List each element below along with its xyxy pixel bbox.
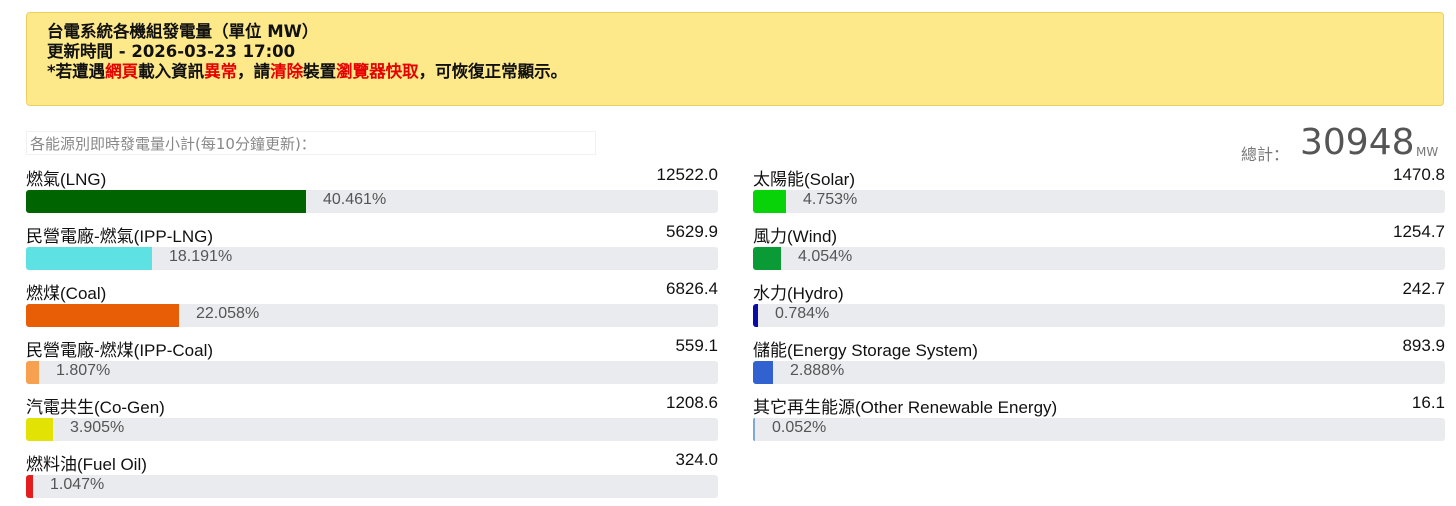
progress-track: 22.058%: [26, 304, 718, 327]
energy-source-header: 燃料油(Fuel Oil) 324.0: [26, 449, 718, 475]
energy-source-header: 風力(Wind) 1254.7: [753, 221, 1445, 247]
energy-source-value: 324.0: [675, 450, 718, 469]
notice-updated-time: 更新時間 - 2026-03-23 17:00: [47, 42, 296, 61]
progress-fill: [26, 418, 53, 441]
energy-source-item: 其它再生能源(Other Renewable Energy) 16.1 0.052%: [753, 392, 1445, 449]
percent-label: 3.905%: [70, 419, 125, 436]
progress-track: 40.461%: [26, 190, 718, 213]
progress-fill: [26, 190, 306, 213]
section-subtitle: 各能源別即時發電量小計(每10分鐘更新)：: [30, 135, 316, 153]
energy-source-item: 燃料油(Fuel Oil) 324.0 1.047%: [26, 449, 718, 506]
energy-source-name: 燃料油(Fuel Oil): [26, 455, 147, 474]
hint-part-highlight: 清除: [270, 62, 304, 81]
total-label: 總計：: [1241, 145, 1290, 164]
progress-track: 1.047%: [26, 475, 718, 498]
energy-source-value: 12522.0: [656, 165, 718, 184]
percent-label: 4.054%: [798, 248, 853, 265]
energy-source-header: 民營電廠-燃氣(IPP-LNG) 5629.9: [26, 221, 718, 247]
hint-part-highlight: 瀏覽器快取: [336, 62, 419, 81]
energy-source-name: 民營電廠-燃氣(IPP-LNG): [26, 227, 213, 246]
energy-source-header: 燃煤(Coal) 6826.4: [26, 278, 718, 304]
energy-source-header: 燃氣(LNG) 12522.0: [26, 164, 718, 190]
hint-part: ，可恢復正常顯示。: [418, 62, 568, 81]
energy-source-name: 民營電廠-燃煤(IPP-Coal): [26, 341, 214, 360]
energy-source-value: 1254.7: [1393, 222, 1445, 241]
energy-source-name: 燃氣(LNG): [26, 170, 107, 189]
energy-source-name: 風力(Wind): [753, 227, 838, 246]
energy-source-item: 民營電廠-燃煤(IPP-Coal) 559.1 1.807%: [26, 335, 718, 392]
energy-source-header: 汽電共生(Co-Gen) 1208.6: [26, 392, 718, 418]
percent-label: 40.461%: [323, 191, 387, 208]
hint-part: 載入資訊: [138, 62, 205, 81]
energy-source-name: 水力(Hydro): [753, 284, 844, 303]
hint-part: 裝置: [303, 62, 337, 81]
percent-label: 1.807%: [56, 362, 111, 379]
energy-source-item: 汽電共生(Co-Gen) 1208.6 3.905%: [26, 392, 718, 449]
energy-source-value: 16.1: [1411, 393, 1445, 412]
progress-fill: [26, 475, 33, 498]
energy-source-name: 燃煤(Coal): [26, 284, 107, 303]
energy-source-item: 太陽能(Solar) 1470.8 4.753%: [753, 164, 1445, 221]
progress-fill: [753, 304, 758, 327]
progress-track: 0.784%: [753, 304, 1445, 327]
energy-source-value: 559.1: [675, 336, 718, 355]
progress-fill: [753, 361, 773, 384]
progress-track: 1.807%: [26, 361, 718, 384]
percent-label: 2.888%: [790, 362, 845, 379]
progress-fill: [26, 304, 179, 327]
hint-part: *若遭遇: [47, 62, 106, 81]
energy-source-value: 893.9: [1402, 336, 1445, 355]
energy-source-name: 儲能(Energy Storage System): [753, 341, 978, 360]
percent-label: 22.058%: [196, 305, 260, 322]
hint-part-highlight: 網頁: [105, 62, 139, 81]
energy-source-item: 燃煤(Coal) 6826.4 22.058%: [26, 278, 718, 335]
energy-source-value: 5629.9: [666, 222, 718, 241]
energy-source-name: 汽電共生(Co-Gen): [26, 398, 165, 417]
progress-track: 0.052%: [753, 418, 1445, 441]
progress-fill: [753, 247, 781, 270]
update-notice-banner: 台電系統各機組發電量（單位 MW） 更新時間 - 2026-03-23 17:0…: [26, 12, 1444, 106]
hint-part-highlight: 異常: [204, 62, 238, 81]
total-unit: MW: [1416, 145, 1439, 159]
progress-fill: [753, 418, 755, 441]
energy-source-name: 其它再生能源(Other Renewable Energy): [753, 398, 1058, 417]
percent-label: 0.784%: [775, 305, 830, 322]
progress-fill: [26, 361, 39, 384]
energy-source-value: 1470.8: [1393, 165, 1445, 184]
energy-source-value: 1208.6: [666, 393, 718, 412]
notice-title: 台電系統各機組發電量（單位 MW）: [47, 22, 319, 41]
energy-source-item: 風力(Wind) 1254.7 4.054%: [753, 221, 1445, 278]
energy-source-name: 太陽能(Solar): [753, 170, 856, 189]
energy-list-left: 燃氣(LNG) 12522.0 40.461% 民營電廠-燃氣(IPP-LNG) 562…: [26, 164, 718, 506]
notice-cache-hint: *若遭遇網頁載入資訊異常，請清除裝置瀏覽器快取，可恢復正常顯示。: [47, 62, 1443, 82]
progress-fill: [26, 247, 152, 270]
energy-source-header: 太陽能(Solar) 1470.8: [753, 164, 1445, 190]
energy-source-item: 民營電廠-燃氣(IPP-LNG) 5629.9 18.191%: [26, 221, 718, 278]
progress-track: 4.054%: [753, 247, 1445, 270]
energy-list-right: 太陽能(Solar) 1470.8 4.753% 風力(Wind) 1254.7 4.05…: [753, 164, 1445, 449]
energy-source-item: 水力(Hydro) 242.7 0.784%: [753, 278, 1445, 335]
progress-track: 4.753%: [753, 190, 1445, 213]
energy-source-header: 儲能(Energy Storage System) 893.9: [753, 335, 1445, 361]
percent-label: 0.052%: [772, 419, 827, 436]
hint-part: ，請: [237, 62, 271, 81]
percent-label: 4.753%: [803, 191, 858, 208]
energy-source-value: 6826.4: [666, 279, 718, 298]
energy-source-header: 水力(Hydro) 242.7: [753, 278, 1445, 304]
progress-fill: [753, 190, 786, 213]
progress-track: 3.905%: [26, 418, 718, 441]
progress-track: 2.888%: [753, 361, 1445, 384]
percent-label: 18.191%: [169, 248, 233, 265]
progress-track: 18.191%: [26, 247, 718, 270]
energy-source-item: 燃氣(LNG) 12522.0 40.461%: [26, 164, 718, 221]
energy-source-header: 其它再生能源(Other Renewable Energy) 16.1: [753, 392, 1445, 418]
energy-source-item: 儲能(Energy Storage System) 893.9 2.888%: [753, 335, 1445, 392]
total-value: 30948: [1300, 122, 1415, 163]
percent-label: 1.047%: [50, 476, 105, 493]
energy-source-value: 242.7: [1402, 279, 1445, 298]
energy-source-header: 民營電廠-燃煤(IPP-Coal) 559.1: [26, 335, 718, 361]
